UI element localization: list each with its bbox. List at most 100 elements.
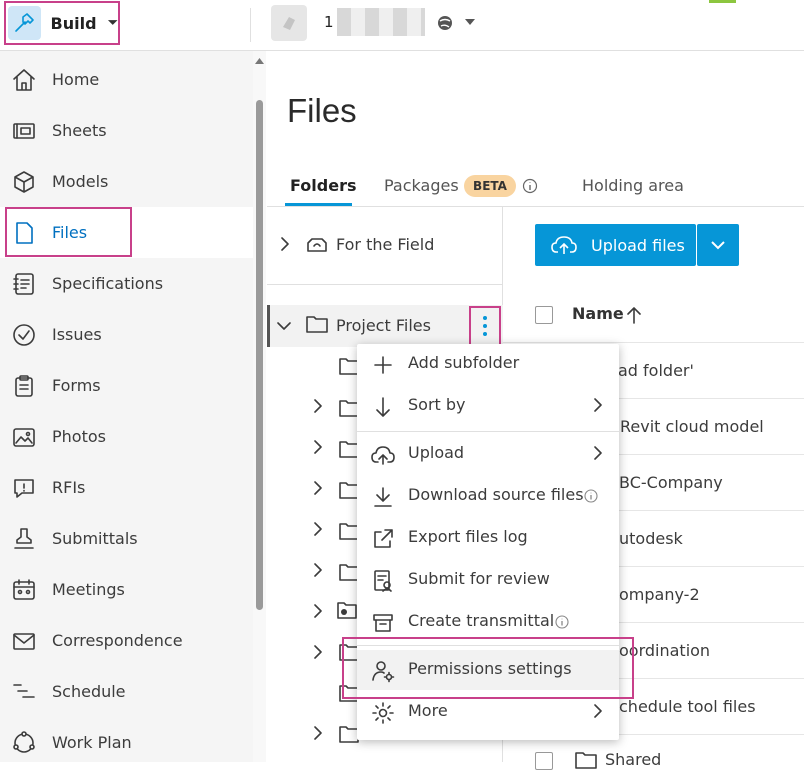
shared-folder-icon [337, 602, 357, 619]
sidebar: Home Sheets Models Files Specifications … [0, 51, 253, 762]
chevron-right-icon[interactable] [280, 237, 290, 251]
project-chevron-down-icon[interactable] [465, 19, 475, 26]
sidebar-item-label: Submittals [52, 529, 138, 548]
list-item[interactable]: ad folder' [618, 361, 694, 380]
chevron-right-icon [594, 398, 602, 412]
sidebar-item-label: Specifications [52, 274, 164, 293]
files-highlight-box [5, 207, 132, 257]
globe-icon[interactable] [436, 14, 454, 32]
menu-item-sort-by[interactable]: Sort by [357, 386, 619, 426]
menu-item-label: Download source files [408, 485, 584, 504]
gear-icon [371, 701, 395, 725]
sidebar-item-label: RFIs [52, 478, 86, 497]
plus-icon [371, 353, 395, 377]
export-icon [371, 527, 395, 551]
menu-item-label: Sort by [408, 395, 466, 414]
list-item[interactable]: BC-Company [619, 473, 723, 492]
specifications-icon [11, 271, 37, 297]
menu-item-download-source-files[interactable]: Download source files [357, 476, 619, 516]
clipboard-icon [11, 373, 37, 399]
chevron-right-icon[interactable] [313, 645, 323, 659]
tab-packages[interactable]: Packages [384, 176, 459, 195]
menu-item-submit-for-review[interactable]: Submit for review [357, 560, 619, 600]
chevron-right-icon[interactable] [313, 563, 323, 577]
menu-item-label: Upload [408, 443, 465, 462]
sidebar-item-specifications[interactable]: Specifications [0, 258, 253, 309]
tree-section-divider [267, 284, 502, 285]
tab-holding-area[interactable]: Holding area [582, 176, 684, 195]
scroll-up-icon[interactable] [255, 58, 264, 64]
folder-icon [306, 316, 328, 333]
menu-item-label: Add subfolder [408, 353, 520, 372]
more-vertical-icon[interactable] [482, 315, 488, 337]
sidebar-item-submittals[interactable]: Submittals [0, 513, 253, 564]
chevron-right-icon [594, 446, 602, 460]
chevron-down-icon[interactable] [277, 321, 291, 331]
chevron-right-icon[interactable] [313, 604, 323, 618]
chevron-right-icon[interactable] [313, 726, 323, 740]
product-switcher-button[interactable]: Build [4, 1, 120, 45]
project-name-redacted [337, 8, 425, 36]
tree-item-for-the-field[interactable]: For the Field [336, 235, 434, 254]
list-item[interactable]: utodesk [619, 529, 683, 548]
chevron-right-icon[interactable] [313, 440, 323, 454]
cube-icon [11, 169, 37, 195]
download-icon [371, 485, 395, 509]
row-checkbox[interactable] [535, 752, 553, 770]
sheets-icon [11, 118, 37, 144]
tree-item-label: Project Files [336, 316, 431, 335]
upload-files-button[interactable]: Upload files [535, 224, 696, 266]
sidebar-item-correspondence[interactable]: Correspondence [0, 615, 253, 666]
cloud-upload-icon [551, 236, 577, 254]
permissions-highlight-box [342, 637, 634, 699]
select-all-checkbox[interactable] [535, 306, 553, 324]
folder-icon [575, 752, 597, 769]
arrow-down-icon [371, 395, 395, 419]
sidebar-item-models[interactable]: Models [0, 156, 253, 207]
sidebar-item-work-plan[interactable]: Work Plan [0, 717, 253, 768]
sidebar-scrollbar-thumb[interactable] [256, 100, 263, 610]
menu-item-label: More [408, 701, 448, 720]
info-icon[interactable] [555, 615, 569, 629]
menu-divider [357, 431, 619, 432]
info-icon[interactable] [522, 178, 538, 194]
topbar-divider [250, 8, 251, 42]
sidebar-item-label: Issues [52, 325, 102, 344]
sidebar-item-sheets[interactable]: Sheets [0, 105, 253, 156]
menu-item-export-files-log[interactable]: Export files log [357, 518, 619, 558]
chevron-right-icon[interactable] [313, 522, 323, 536]
sidebar-item-home[interactable]: Home [0, 54, 253, 105]
product-label: Build [50, 13, 97, 33]
tab-folders[interactable]: Folders [290, 176, 356, 195]
sidebar-item-issues[interactable]: Issues [0, 309, 253, 360]
sidebar-item-label: Home [52, 70, 100, 89]
project-name[interactable]: 1 [324, 13, 334, 31]
upload-options-button[interactable] [697, 224, 739, 266]
beta-badge: BETA [464, 175, 516, 197]
hammer-icon [8, 6, 41, 40]
list-item[interactable]: ompany-2 [619, 585, 700, 604]
sidebar-item-label: Photos [52, 427, 106, 446]
chevron-right-icon[interactable] [313, 481, 323, 495]
review-icon [371, 569, 395, 593]
chevron-right-icon[interactable] [313, 399, 323, 413]
sort-ascending-icon[interactable] [626, 306, 642, 324]
info-icon[interactable] [584, 489, 598, 503]
sidebar-item-label: Meetings [52, 580, 125, 599]
name-column-header[interactable]: Name [572, 304, 624, 323]
menu-item-upload[interactable]: Upload [357, 434, 619, 474]
list-item[interactable]: chedule tool files [619, 697, 756, 716]
sidebar-item-photos[interactable]: Photos [0, 411, 253, 462]
work-plan-icon [11, 730, 37, 756]
list-item[interactable]: Shared [605, 750, 661, 769]
sidebar-item-rfis[interactable]: RFIs [0, 462, 253, 513]
sidebar-item-meetings[interactable]: Meetings [0, 564, 253, 615]
sidebar-item-schedule[interactable]: Schedule [0, 666, 253, 717]
menu-item-add-subfolder[interactable]: Add subfolder [357, 344, 619, 384]
list-item[interactable]: Revit cloud model [620, 417, 764, 436]
menu-item-create-transmittal[interactable]: Create transmittal [357, 602, 619, 642]
chevron-right-icon [594, 704, 602, 718]
project-thumbnail[interactable] [271, 5, 307, 41]
sidebar-item-forms[interactable]: Forms [0, 360, 253, 411]
meeting-icon [11, 577, 37, 603]
